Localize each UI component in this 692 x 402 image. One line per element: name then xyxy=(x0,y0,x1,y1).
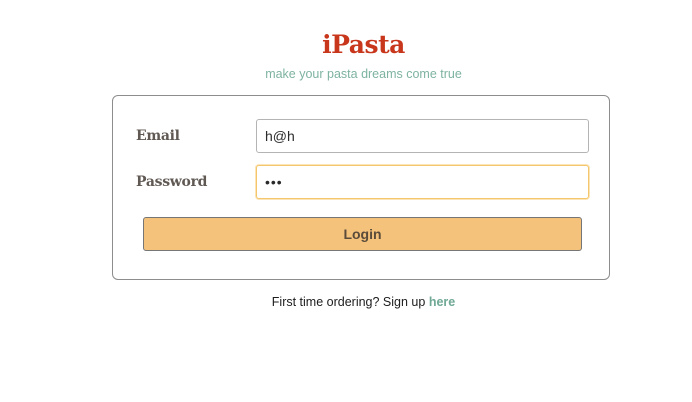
brand-tagline: make your pasta dreams come true xyxy=(265,67,462,81)
signup-prompt-text: First time ordering? Sign up xyxy=(271,295,426,309)
password-field[interactable] xyxy=(256,165,589,199)
login-button[interactable]: Login xyxy=(143,217,582,251)
brand-title: iPasta xyxy=(322,30,405,59)
login-form-card: Email Password Login xyxy=(112,95,610,280)
email-field[interactable] xyxy=(256,119,589,153)
email-label: Email xyxy=(136,128,180,144)
password-label: Password xyxy=(136,174,208,190)
signup-link[interactable]: here xyxy=(429,295,455,309)
signup-prompt: First time ordering? Sign up here xyxy=(0,295,692,309)
